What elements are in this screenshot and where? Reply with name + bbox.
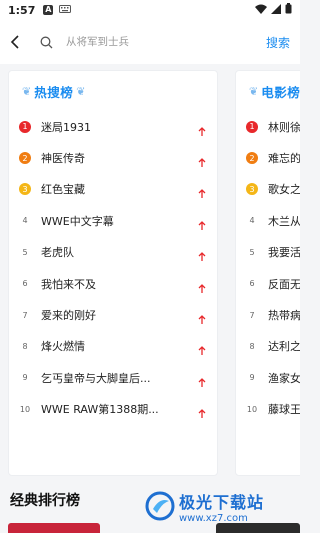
item-title: 难忘的: [268, 152, 300, 166]
rank-badge: 6: [22, 279, 28, 289]
list-item[interactable]: 10 藤球王: [236, 394, 300, 425]
list-item[interactable]: 4 WWE中文字幕: [9, 205, 217, 236]
search-input[interactable]: [66, 36, 258, 48]
item-title: 我要活: [268, 246, 300, 260]
back-arrow-icon[interactable]: [10, 35, 24, 49]
search-icon: [40, 35, 54, 49]
item-title: 烽火燃情: [41, 340, 85, 354]
list-item[interactable]: 6 我怕来不及: [9, 268, 217, 299]
trend-up-icon: [197, 404, 207, 419]
item-title: 木兰从: [268, 214, 300, 228]
rank-badge: 3: [19, 183, 31, 196]
rank-badge: 5: [249, 247, 255, 257]
rank-badge: 2: [246, 152, 258, 165]
trend-up-icon: [197, 184, 207, 199]
list-item[interactable]: 8 达利之: [236, 331, 300, 362]
item-title: WWE RAW第1388期...: [41, 403, 159, 417]
list-item[interactable]: 9 乞丐皇帝与大脚皇后...: [9, 362, 217, 393]
section-title: 经典排行榜: [10, 493, 80, 509]
ranking-thumbnail[interactable]: [8, 523, 100, 533]
list-item[interactable]: 5 我要活: [236, 237, 300, 268]
search-button[interactable]: 搜索: [266, 34, 290, 51]
watermark: 极光下载站 www.xz7.com: [145, 480, 295, 532]
a-badge-icon: A: [43, 5, 54, 15]
item-title: 老虎队: [41, 246, 74, 260]
rank-badge: 6: [249, 279, 255, 289]
trend-up-icon: [197, 216, 207, 230]
board-header: ❦ 热搜榜 ❦: [9, 71, 217, 111]
laurel-left-icon: ❦: [249, 84, 259, 98]
watermark-url: www.xz7.com: [179, 512, 248, 524]
wifi-icon: [255, 4, 267, 17]
trend-up-icon: [197, 373, 207, 387]
status-bar: 1:57 A: [0, 0, 300, 20]
rank-badge: 9: [22, 373, 28, 383]
rank-badge: 8: [22, 341, 28, 351]
trend-up-icon: [197, 310, 207, 325]
signal-icon: [271, 3, 281, 17]
rank-badge: 4: [249, 216, 255, 226]
list-item[interactable]: 8 烽火燃情: [9, 331, 217, 362]
list-item[interactable]: 5 老虎队: [9, 237, 217, 268]
item-title: 热带病: [268, 309, 300, 323]
rank-badge: 9: [249, 373, 255, 383]
rank-badge: 10: [19, 404, 31, 414]
rank-badge: 7: [249, 310, 255, 320]
rank-badge: 2: [19, 152, 31, 165]
laurel-left-icon: ❦: [22, 84, 32, 98]
list-item[interactable]: 6 反面无: [236, 268, 300, 299]
trend-up-icon: [197, 122, 207, 136]
list-item[interactable]: 3 红色宝藏: [9, 174, 217, 205]
hot-search-board: ❦ 热搜榜 ❦ 1 迷局1931 2 神医传奇 3 红色宝藏 4 WWE中文字幕 5 老虎队 6 我怕…: [8, 70, 218, 476]
item-title: 我怕来不及: [41, 277, 96, 291]
rank-badge: 1: [19, 120, 31, 133]
item-title: WWE中文字幕: [41, 214, 114, 228]
item-title: 达利之: [268, 340, 300, 354]
item-title: 爱来的刚好: [41, 309, 96, 323]
list-item[interactable]: 3 歌女之: [236, 174, 300, 205]
list-item[interactable]: 2 神医传奇: [9, 142, 217, 173]
item-title: 神医传奇: [41, 152, 85, 166]
rank-badge: 7: [22, 310, 28, 320]
rank-badge: 10: [246, 404, 258, 414]
rank-badge: 8: [249, 341, 255, 351]
movie-board: ❦ 电影榜 ❦ 1 林则徐 2 难忘的 3 歌女之 4 木兰从 5 我要活 6 反面无 7 热带病 8 达利之…: [235, 70, 300, 476]
trend-up-icon: [197, 247, 207, 262]
list-item[interactable]: 1 林则徐: [236, 111, 300, 142]
trend-up-icon: [197, 279, 207, 293]
item-title: 林则徐: [268, 120, 300, 134]
board-header: ❦ 电影榜 ❦: [236, 71, 300, 111]
rank-badge: 4: [22, 216, 28, 226]
item-title: 歌女之: [268, 183, 300, 197]
item-title: 红色宝藏: [41, 183, 85, 197]
list-item[interactable]: 7 爱来的刚好: [9, 299, 217, 330]
ranking-boards[interactable]: ❦ 热搜榜 ❦ 1 迷局1931 2 神医传奇 3 红色宝藏 4 WWE中文字幕 5 老虎队 6 我怕…: [0, 64, 300, 484]
item-title: 藤球王: [268, 403, 300, 417]
aurora-logo-icon: [145, 491, 175, 521]
item-title: 迷局1931: [41, 120, 91, 134]
board-title: 热搜榜: [34, 84, 74, 100]
item-title: 渔家女: [268, 371, 300, 385]
item-title: 乞丐皇帝与大脚皇后...: [41, 371, 151, 385]
list-item[interactable]: 7 热带病: [236, 299, 300, 330]
list-item[interactable]: 2 难忘的: [236, 142, 300, 173]
list-item[interactable]: 10 WWE RAW第1388期...: [9, 394, 217, 425]
trend-up-icon: [197, 341, 207, 356]
laurel-right-icon: ❦: [76, 84, 86, 98]
status-time: 1:57: [8, 3, 36, 17]
item-title: 反面无: [268, 277, 300, 291]
list-item[interactable]: 4 木兰从: [236, 205, 300, 236]
battery-icon: [285, 3, 292, 17]
rank-badge: 3: [246, 183, 258, 196]
search-bar: 搜索: [0, 20, 300, 64]
list-item[interactable]: 9 渔家女: [236, 362, 300, 393]
rank-badge: 1: [246, 120, 258, 133]
list-item[interactable]: 1 迷局1931: [9, 111, 217, 142]
rank-badge: 5: [22, 247, 28, 257]
board-title: 电影榜: [261, 84, 300, 100]
keyboard-icon: [59, 4, 72, 16]
trend-up-icon: [197, 153, 207, 168]
watermark-name: 极光下载站: [179, 492, 265, 512]
